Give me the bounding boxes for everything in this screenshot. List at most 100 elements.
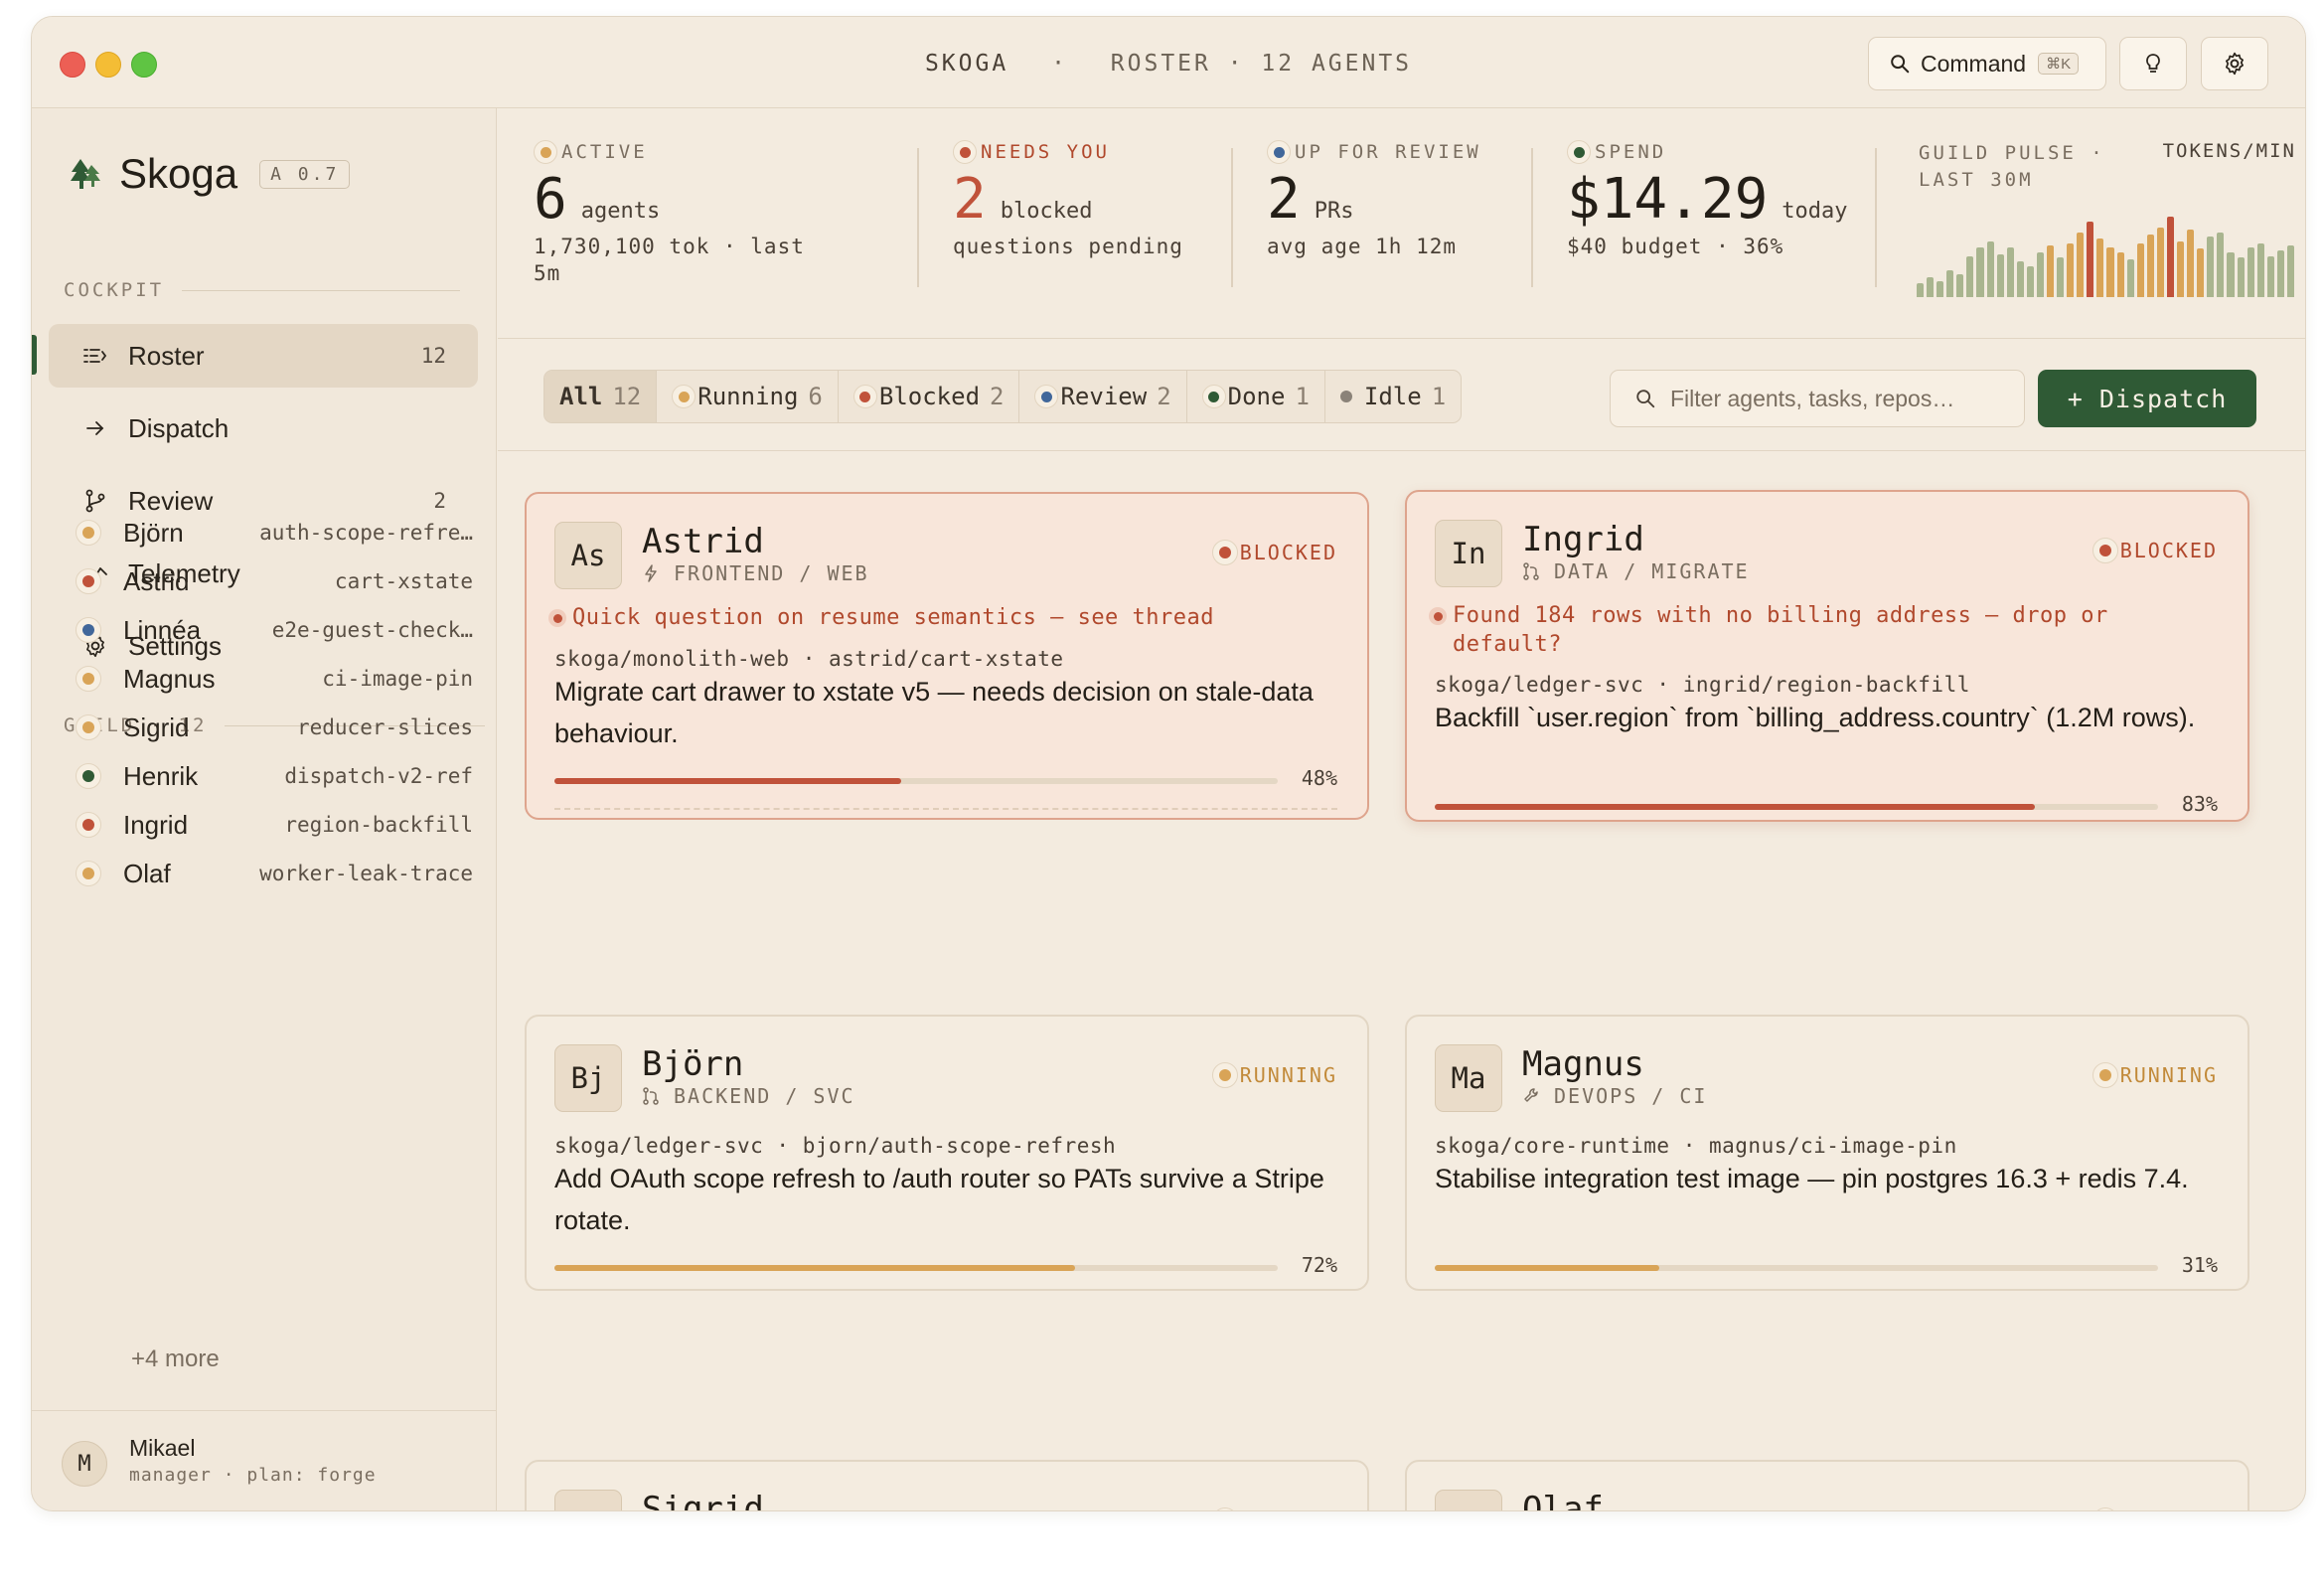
more-agents-link[interactable]: +4 more (131, 1346, 220, 1373)
progress-fill (1435, 1265, 1659, 1271)
user-name: Mikael (129, 1435, 196, 1461)
sidebar-agent-magnus[interactable]: Magnus ci-image-pin (76, 654, 473, 704)
brand-name: Skoga (119, 150, 238, 197)
status-dot (1267, 140, 1291, 164)
bolt-icon (645, 564, 657, 582)
sidebar-agent-björn[interactable]: Björn auth-scope-refre… (76, 508, 473, 557)
alert-dot-icon (1429, 607, 1447, 625)
blocked-question[interactable]: Quick question on resume semantics — see… (548, 603, 1343, 632)
agent-name: Björn (642, 1044, 744, 1084)
agent-card-magnus[interactable]: Ma Magnus RUNNING DEVOPS / CI skoga/core-run… (1405, 1015, 2249, 1291)
app-window: SKOGA · ROSTER · 12 AGENTS Command ⌘K Sk… (31, 16, 2306, 1511)
filter-count: 1 (1431, 383, 1447, 410)
blocked-question[interactable]: Found 184 rows with no billing address —… (1429, 601, 2124, 659)
agent-card-olaf[interactable]: Ol Olaf RUNNING (1405, 1460, 2249, 1510)
progress-bar (1435, 1265, 2158, 1271)
theme-toggle-button[interactable] (2119, 37, 2187, 90)
stat-unit: PRs (1314, 199, 1354, 224)
tree-logo-icon (71, 159, 100, 189)
stat-sub: 5m (534, 261, 561, 285)
pulse-bar (2207, 237, 2215, 297)
pulse-bar (2096, 238, 2104, 297)
filter-tab-review[interactable]: Review 2 (1019, 371, 1187, 422)
filter-tab-idle[interactable]: Idle 1 (1325, 371, 1461, 422)
agent-branch: cart-xstate (334, 569, 473, 593)
progress-fill (554, 1265, 1076, 1271)
sidebar-agent-ingrid[interactable]: Ingrid region-backfill (76, 800, 473, 850)
sidebar-agent-linnéa[interactable]: Linnéa e2e-guest-check… (76, 605, 473, 655)
status-text: RUNNING (2119, 1063, 2218, 1087)
pulse-sparkline (1917, 208, 2294, 297)
page-title: ROSTER · 12 AGENTS (1110, 51, 1413, 77)
sidebar-agent-henrik[interactable]: Henrik dispatch-v2-ref (76, 751, 473, 801)
repo-branch: skoga/ledger-svc · ingrid/region-backfil… (1435, 673, 1970, 697)
nav-count: 12 (420, 344, 446, 368)
nav-label: Dispatch (128, 412, 230, 443)
status-dot (1201, 385, 1226, 408)
progress-bar (554, 1265, 1278, 1271)
status-dot (852, 385, 877, 408)
status-dot (76, 568, 101, 594)
command-palette-button[interactable]: Command ⌘K (1868, 37, 2106, 90)
filter-label: Blocked (878, 383, 981, 410)
sidebar-agent-sigrid[interactable]: Sigrid reducer-slices (76, 703, 473, 752)
pulse-bar (2126, 259, 2134, 297)
agent-team: DATA / MIGRATE (1522, 559, 1750, 583)
merge-icon (643, 1087, 659, 1105)
pulse-sublabel: LAST 30M (1919, 169, 2034, 191)
pulse-bar (2187, 230, 2195, 297)
team-label: DEVOPS / CI (1554, 1084, 1708, 1108)
stat-sub: avg age 1h 12m (1267, 235, 1458, 258)
stat-value: $14.29 (1567, 167, 1769, 232)
command-label: Command (1921, 50, 2027, 77)
sidebar-agent-olaf[interactable]: Olaf worker-leak-trace (76, 849, 473, 898)
filter-tab-running[interactable]: Running 6 (657, 371, 839, 422)
pulse-bar (2276, 250, 2284, 297)
stat-unit: blocked (1000, 199, 1093, 224)
merge-icon (1523, 562, 1539, 580)
status-badge: RUNNING (2092, 1062, 2218, 1088)
nav-dispatch[interactable]: Dispatch (49, 396, 478, 460)
task-description: Backfill `user.region` from `billing_add… (1435, 703, 2196, 732)
stat-sub: $40 budget · 36% (1567, 235, 1784, 258)
agent-card-björn[interactable]: Bj Björn RUNNING BACKEND / SVC skoga/ledger-… (525, 1015, 1369, 1291)
status-dot (534, 140, 557, 164)
settings-button[interactable] (2201, 37, 2268, 90)
dispatch-button[interactable]: + Dispatch (2038, 370, 2256, 427)
roster-icon (80, 344, 110, 368)
filter-tab-all[interactable]: All 12 (544, 371, 658, 422)
question-text: Found 184 rows with no billing address —… (1453, 603, 2108, 657)
alert-dot-icon (548, 609, 566, 627)
pulse-bar (1966, 256, 1974, 297)
sidebar-agent-astrid[interactable]: Astrid cart-xstate (76, 556, 473, 606)
divider (1875, 148, 1877, 287)
filter-label: All (559, 383, 603, 410)
agent-card-astrid[interactable]: As Astrid BLOCKED FRONTEND / WEB Quick quest… (525, 492, 1369, 820)
sidebar: Skoga A 0.7 COCKPIT Roster 12 Dispatch R… (32, 108, 497, 1510)
filter-tab-blocked[interactable]: Blocked 2 (839, 371, 1020, 422)
agent-team: BACKEND / SVC (642, 1084, 855, 1108)
status-filter-tabs: All 12 Running 6 Blocked 2 Review 2 Done 1 Idle 1 (543, 370, 1463, 423)
pulse-unit-label: TOKENS/MIN (2162, 140, 2296, 162)
status-dot (76, 714, 101, 740)
pulse-bar (1956, 274, 1964, 297)
agent-card-sigrid[interactable]: Si Sigrid RUNNING (525, 1460, 1369, 1510)
progress-percent: 72% (1301, 1253, 1337, 1277)
search-input[interactable] (1670, 385, 1988, 412)
status-text: RUNNING (1239, 1063, 1337, 1087)
filter-tab-done[interactable]: Done 1 (1187, 371, 1325, 422)
divider (1531, 148, 1533, 287)
stat-active: ACTIVE 6 agents 1,730,100 tok · last 5m (534, 140, 805, 285)
agent-branch: reducer-slices (296, 715, 473, 739)
status-dot (953, 140, 977, 164)
status-text: BLOCKED (2119, 539, 2218, 562)
agent-card-ingrid[interactable]: In Ingrid BLOCKED DATA / MIGRATE Found 184 r… (1405, 490, 2249, 822)
progress-bar (1435, 804, 2158, 810)
status-dot (76, 763, 101, 789)
nav-roster[interactable]: Roster 12 (49, 324, 478, 388)
stat-unit: agents (580, 199, 661, 224)
question-text: Quick question on resume semantics — see… (572, 605, 1215, 630)
progress-fill (1435, 804, 2036, 810)
search-box[interactable] (1610, 370, 2025, 427)
user-profile[interactable]: M Mikael manager · plan: forge (32, 1410, 497, 1510)
